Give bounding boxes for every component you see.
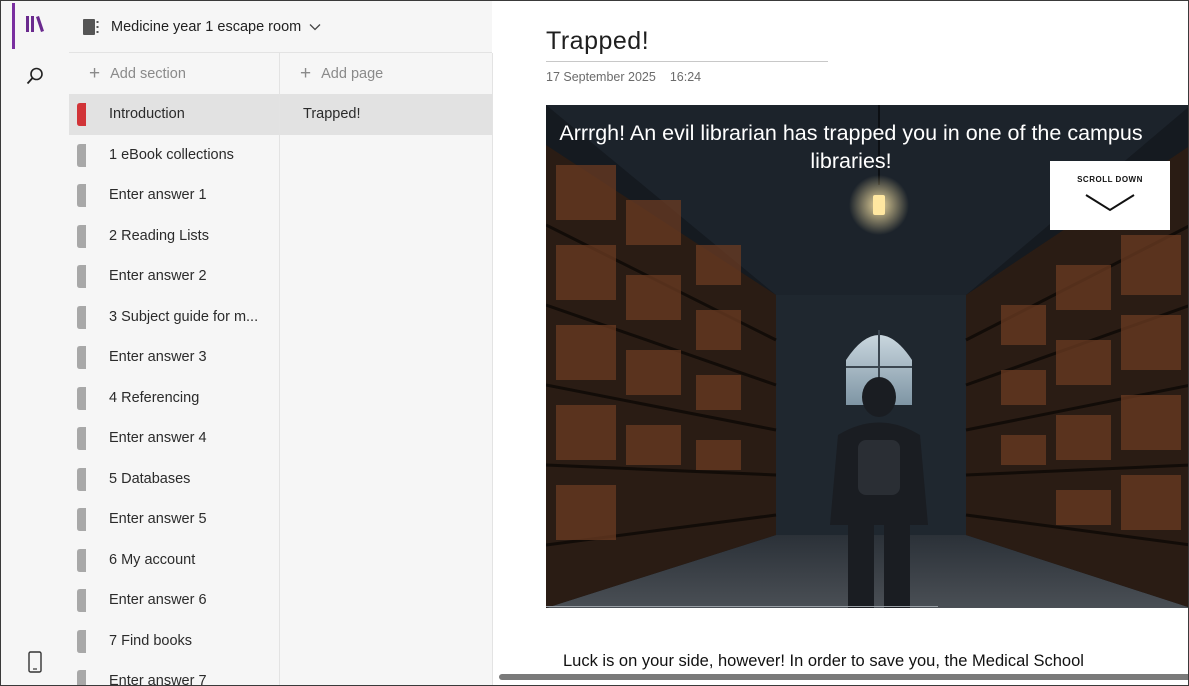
section-tab-icon <box>77 508 86 531</box>
section-label: 3 Subject guide for m... <box>109 308 259 325</box>
section-tab-icon <box>77 589 86 612</box>
section-label: Enter answer 1 <box>109 187 207 204</box>
page-list: Trapped! <box>280 94 492 135</box>
page-date: 17 September 2025 <box>546 70 656 84</box>
section-item[interactable]: 6 My account <box>69 540 279 581</box>
section-tab-icon <box>77 386 86 410</box>
section-tab-icon <box>77 103 86 126</box>
section-label: Enter answer 4 <box>109 430 207 447</box>
section-label: 4 Referencing <box>109 389 200 406</box>
add-page-button[interactable]: + Add page <box>280 53 492 94</box>
section-label: 2 Reading Lists <box>109 227 209 244</box>
section-label: 5 Databases <box>109 470 191 487</box>
horizontal-scrollbar[interactable] <box>499 674 1188 680</box>
section-label: 1 eBook collections <box>109 146 234 163</box>
page-body-text[interactable]: Luck is on your side, however! In order … <box>563 652 1084 671</box>
section-label: Enter answer 2 <box>109 268 207 285</box>
sections-pane: + Add section Introduction 1 eBook collec… <box>69 53 280 685</box>
section-label: Enter answer 5 <box>109 511 207 528</box>
section-label: Introduction <box>109 106 185 123</box>
section-item[interactable]: Enter answer 1 <box>69 175 279 216</box>
page-meta: 17 September 2025 16:24 <box>546 70 701 84</box>
notebook-icon <box>82 18 104 36</box>
section-tab-icon <box>77 184 86 207</box>
chevron-down-icon[interactable] <box>309 23 321 31</box>
add-section-button[interactable]: + Add section <box>69 53 279 94</box>
page-item[interactable]: Trapped! <box>280 94 492 135</box>
pages-pane: + Add page Trapped! <box>280 53 493 685</box>
section-tab-icon <box>77 629 86 653</box>
chevron-down-icon <box>1085 194 1135 212</box>
plus-icon: + <box>89 63 101 84</box>
section-tab-icon <box>77 670 86 685</box>
section-tab-icon <box>77 305 86 329</box>
section-item[interactable]: 5 Databases <box>69 459 279 500</box>
title-divider <box>546 61 828 62</box>
section-item[interactable]: Enter answer 6 <box>69 580 279 621</box>
section-item[interactable]: Enter answer 4 <box>69 418 279 459</box>
section-item[interactable]: Introduction <box>69 94 279 135</box>
add-section-label: Add section <box>110 65 186 82</box>
section-item[interactable]: 7 Find books <box>69 621 279 662</box>
phone-icon <box>27 650 43 678</box>
add-page-label: Add page <box>321 65 384 82</box>
section-tab-icon <box>77 467 86 491</box>
section-tab-icon <box>77 224 86 248</box>
hero-image[interactable]: Arrrgh! An evil librarian has trapped yo… <box>546 105 1188 608</box>
scroll-down-badge: SCROLL DOWN <box>1050 161 1170 230</box>
page-canvas[interactable]: Trapped! 17 September 2025 16:24 Arrrgh!… <box>493 1 1188 685</box>
page-title[interactable]: Trapped! <box>546 27 649 56</box>
section-label: 6 My account <box>109 551 196 568</box>
section-label: Enter answer 3 <box>109 349 207 366</box>
section-tab-icon <box>77 548 86 572</box>
onenote-window: Medicine year 1 escape room + Add sectio… <box>0 0 1189 686</box>
image-divider <box>546 606 938 607</box>
page-time: 16:24 <box>669 70 702 84</box>
app-rail <box>1 1 70 685</box>
section-label: 7 Find books <box>109 632 193 649</box>
section-tab-icon <box>77 143 86 167</box>
plus-icon: + <box>300 63 312 84</box>
search-icon <box>25 66 45 91</box>
section-item[interactable]: Enter answer 7 <box>69 661 279 686</box>
section-item[interactable]: Enter answer 5 <box>69 499 279 540</box>
section-item[interactable]: 2 Reading Lists <box>69 216 279 257</box>
section-tab-icon <box>77 427 86 450</box>
section-label: Enter answer 6 <box>109 592 207 609</box>
section-item[interactable]: Enter answer 2 <box>69 256 279 297</box>
notebook-picker[interactable]: Medicine year 1 escape room <box>69 1 492 53</box>
section-item[interactable]: Enter answer 3 <box>69 337 279 378</box>
section-label: Enter answer 7 <box>109 673 207 686</box>
section-item[interactable]: 4 Referencing <box>69 378 279 419</box>
notebooks-button[interactable] <box>1 1 69 51</box>
section-tab-icon <box>77 265 86 288</box>
section-tab-icon <box>77 346 86 369</box>
section-item[interactable]: 3 Subject guide for m... <box>69 297 279 338</box>
section-item[interactable]: 1 eBook collections <box>69 135 279 176</box>
notebook-title: Medicine year 1 escape room <box>111 18 302 35</box>
device-button[interactable] <box>1 639 69 685</box>
search-button[interactable] <box>1 53 69 103</box>
section-list: Introduction 1 eBook collections Enter ans… <box>69 94 279 686</box>
library-icon <box>24 13 46 40</box>
